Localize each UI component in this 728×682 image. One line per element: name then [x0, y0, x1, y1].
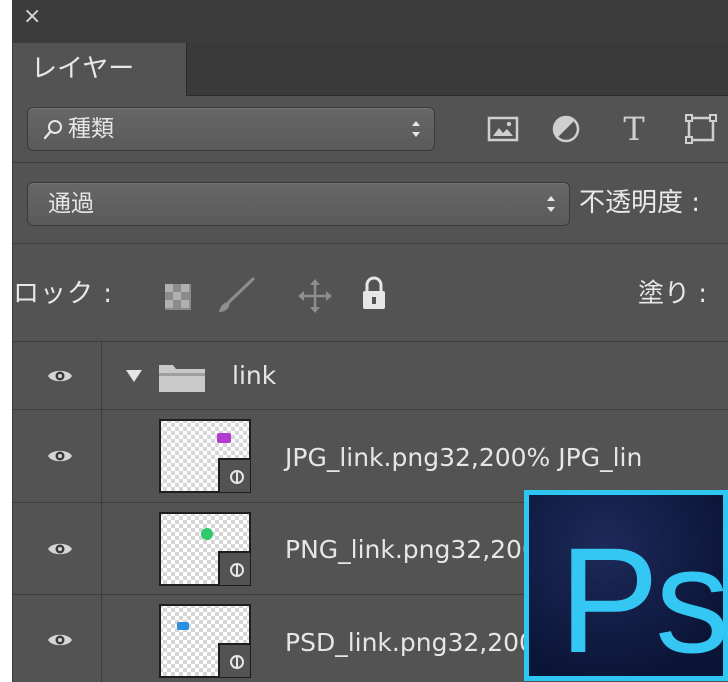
type-filter-icon[interactable]: T [615, 110, 653, 148]
lock-position-icon[interactable] [297, 278, 333, 314]
visibility-column [13, 342, 102, 409]
search-icon [43, 120, 62, 140]
visibility-column [13, 595, 102, 682]
filter-kind-label: 種類 [68, 116, 114, 142]
disclosure-triangle-icon[interactable] [125, 369, 143, 383]
folder-icon [159, 365, 205, 392]
eye-icon[interactable] [47, 367, 73, 385]
opacity-label: 不透明度 : [579, 188, 701, 218]
lock-row: ロック : 塗り : [13, 244, 728, 342]
lock-label: ロック : [13, 279, 114, 309]
select-arrows-icon [412, 121, 420, 137]
linked-smart-object-icon [230, 563, 244, 577]
image-filter-icon[interactable] [484, 110, 522, 148]
layer-name: link [232, 361, 277, 390]
lock-image-pixels-icon[interactable] [213, 276, 257, 316]
lock-transparent-pixels-icon[interactable] [163, 282, 193, 312]
panel-tabbar: レイヤー [13, 43, 728, 96]
photoshop-logo: Ps [524, 490, 728, 681]
filter-row: 種類 T [13, 96, 728, 163]
shape-filter-icon[interactable] [681, 110, 719, 148]
blend-row: 通過 不透明度 : [13, 163, 728, 244]
lock-all-icon[interactable] [359, 274, 389, 312]
tab-layers[interactable]: レイヤー [13, 43, 187, 96]
panel-titlebar: × [13, 1, 728, 44]
visibility-column [13, 503, 102, 594]
fill-label: 塗り : [638, 279, 708, 309]
adjustment-filter-icon[interactable] [547, 110, 585, 148]
eye-icon[interactable] [47, 447, 73, 465]
linked-smart-object-icon [230, 470, 244, 484]
close-icon[interactable]: × [23, 5, 41, 29]
select-arrows-icon [547, 196, 555, 212]
layer-name: JPG_link.png32,200% JPG_lin [285, 443, 643, 472]
logo-text: Ps [559, 516, 727, 681]
blend-mode-label: 通過 [48, 191, 94, 217]
filter-kind-select[interactable]: 種類 [27, 107, 435, 151]
linked-smart-object-icon [230, 655, 244, 669]
eye-icon[interactable] [47, 631, 73, 649]
eye-icon[interactable] [47, 540, 73, 558]
layer-row-group[interactable]: link [13, 342, 728, 410]
blend-mode-select[interactable]: 通過 [27, 182, 570, 226]
visibility-column [13, 410, 102, 502]
